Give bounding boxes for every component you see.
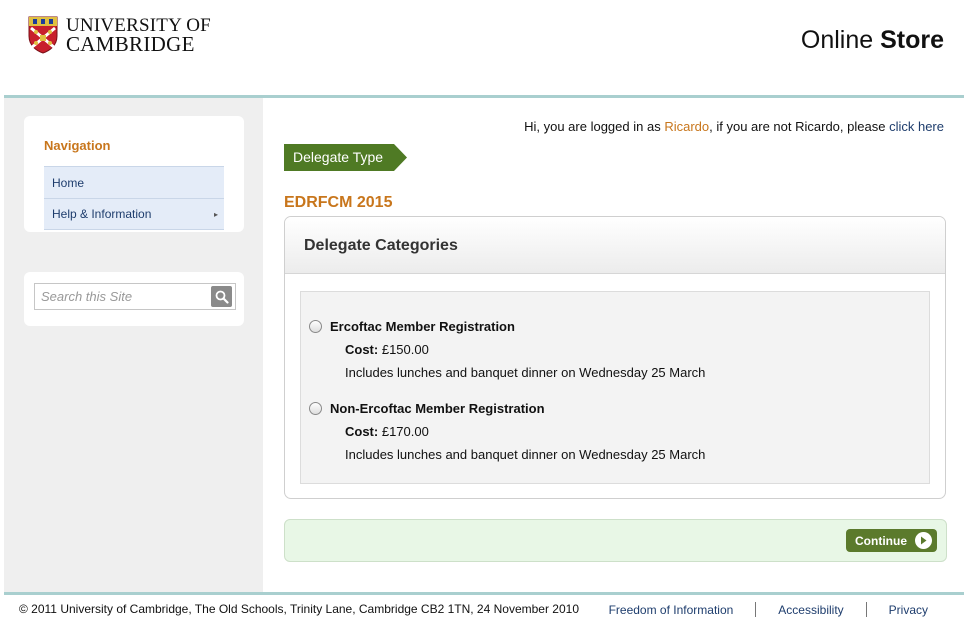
option-cost: Cost: £150.00 <box>345 342 909 357</box>
continue-button[interactable]: Continue <box>846 529 937 552</box>
search-button[interactable] <box>211 286 232 307</box>
copyright-text: © 2011 University of Cambridge, The Old … <box>19 602 579 616</box>
ercoftac-member-radio[interactable] <box>309 320 322 333</box>
navigation-panel: Navigation Home Help & Information ▸ <box>24 116 244 232</box>
click-here-link[interactable]: click here <box>889 119 944 134</box>
site-footer: © 2011 University of Cambridge, The Old … <box>0 595 968 631</box>
sidebar: Navigation Home Help & Information ▸ <box>4 98 263 592</box>
categories-title: Delegate Categories <box>285 217 945 274</box>
option-description: Includes lunches and banquet dinner on W… <box>345 365 706 380</box>
footer-separator <box>865 602 867 617</box>
main-content: Hi, you are logged in as Ricardo, if you… <box>263 98 964 592</box>
option-cost: Cost: £170.00 <box>345 424 909 439</box>
navigation-title: Navigation <box>44 138 111 153</box>
category-option: Non-Ercoftac Member Registration Cost: £… <box>309 401 909 462</box>
site-header: UNIVERSITY OF CAMBRIDGE Online Store <box>0 0 968 96</box>
sidebar-item-label: Home <box>52 175 85 190</box>
accessibility-link[interactable]: Accessibility <box>778 603 843 617</box>
university-wordmark: UNIVERSITY OF CAMBRIDGE <box>66 16 211 56</box>
login-middle: , if you are not Ricardo, please <box>709 119 886 134</box>
freedom-of-information-link[interactable]: Freedom of Information <box>609 603 734 617</box>
arrow-right-circle-icon <box>915 532 932 549</box>
privacy-link[interactable]: Privacy <box>889 603 928 617</box>
categories-list: Ercoftac Member Registration Cost: £150.… <box>300 291 930 484</box>
store-title-bold: Store <box>880 26 944 54</box>
cost-value: £170.00 <box>381 424 429 439</box>
category-option: Ercoftac Member Registration Cost: £150.… <box>309 319 909 380</box>
search-panel <box>24 272 244 326</box>
footer-links: Freedom of Information Accessibility Pri… <box>609 602 928 617</box>
option-name: Non-Ercoftac Member Registration <box>330 401 545 416</box>
university-logo[interactable]: UNIVERSITY OF CAMBRIDGE <box>28 16 211 56</box>
step-tab-delegate-type: Delegate Type <box>284 144 408 171</box>
cost-label: Cost: <box>345 342 379 357</box>
sidebar-item-home[interactable]: Home <box>44 166 224 198</box>
footer-separator <box>755 602 757 617</box>
step-label: Delegate Type <box>293 149 384 165</box>
login-status: Hi, you are logged in as Ricardo, if you… <box>524 119 944 134</box>
wordmark-line2: CAMBRIDGE <box>66 32 195 56</box>
continue-label: Continue <box>855 533 907 548</box>
option-description: Includes lunches and banquet dinner on W… <box>345 447 706 462</box>
store-title-prefix: Online <box>800 26 874 54</box>
cost-label: Cost: <box>345 424 379 439</box>
cost-value: £150.00 <box>381 342 429 357</box>
sidebar-item-help-information[interactable]: Help & Information ▸ <box>44 198 224 230</box>
store-title: Online Store <box>801 26 944 55</box>
non-ercoftac-member-radio[interactable] <box>309 402 322 415</box>
delegate-categories-panel: Delegate Categories Ercoftac Member Regi… <box>284 216 946 499</box>
search-input[interactable] <box>35 284 205 309</box>
cambridge-crest-icon <box>28 16 58 54</box>
search-field <box>34 283 236 310</box>
navigation-list: Home Help & Information ▸ <box>44 166 224 230</box>
event-title: EDRFCM 2015 <box>284 194 393 211</box>
logged-in-user: Ricardo <box>664 119 710 134</box>
continue-bar: Continue <box>284 519 947 562</box>
chevron-right-icon: ▸ <box>213 210 218 219</box>
search-icon <box>215 290 229 304</box>
sidebar-item-label: Help & Information <box>52 207 152 221</box>
login-prefix: Hi, you are logged in as <box>524 119 661 134</box>
option-name: Ercoftac Member Registration <box>330 319 515 334</box>
